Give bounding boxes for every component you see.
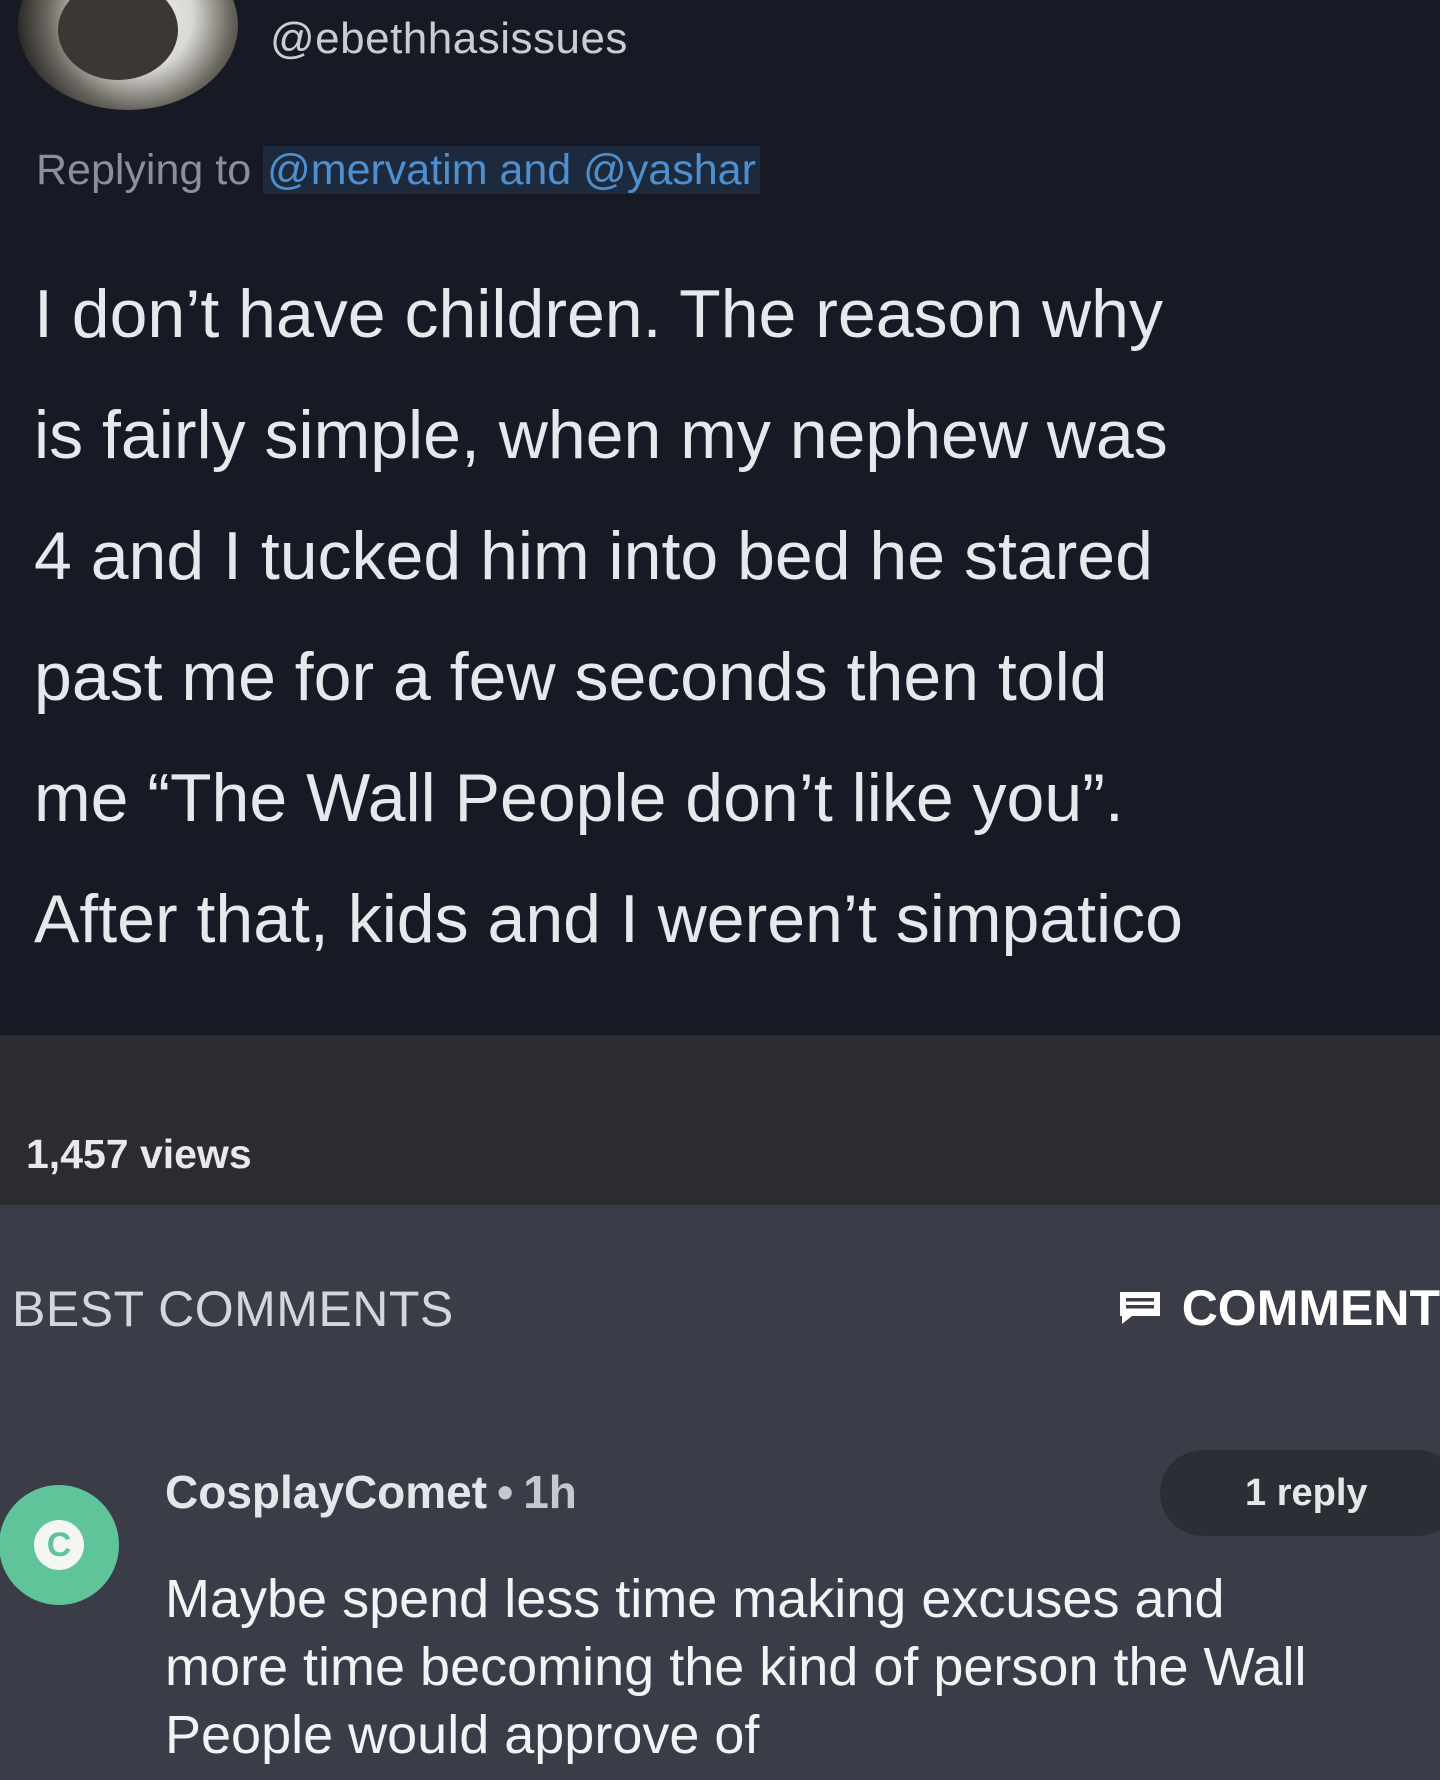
replying-to-line: Replying to @mervatim and @yashar bbox=[36, 146, 760, 195]
comment-text-line: Maybe spend less time making excuses and bbox=[165, 1569, 1225, 1629]
comments-section-title: BEST COMMENTS bbox=[12, 1281, 454, 1337]
meta-separator: • bbox=[497, 1466, 514, 1518]
avatar-letter: C bbox=[34, 1520, 84, 1570]
comment-icon bbox=[1119, 1292, 1160, 1324]
comment-text: Maybe spend less time making excuses and… bbox=[165, 1565, 1440, 1769]
replying-to-mentions: @mervatim and @yashar bbox=[263, 146, 760, 194]
avatar-face bbox=[58, 0, 178, 80]
tweet-body-line: is fairly simple, when my nephew was bbox=[34, 397, 1168, 473]
tweet-author-handle: @ebethhasissues bbox=[270, 14, 628, 63]
comment-item: C CosplayComet • 1h 1 reply Maybe spend le… bbox=[0, 1445, 1440, 1780]
replying-to-prefix: Replying to bbox=[36, 146, 252, 194]
add-comment-button[interactable]: COMMENT bbox=[1118, 1275, 1440, 1341]
comment-text-line: more time becoming the kind of person th… bbox=[165, 1637, 1307, 1697]
avatar[interactable]: C bbox=[0, 1485, 119, 1605]
tweet-body-line: 4 and I tucked him into bed he stared bbox=[34, 518, 1153, 594]
comment-meta: CosplayComet • 1h bbox=[165, 1465, 577, 1519]
comment-username[interactable]: CosplayComet bbox=[165, 1466, 487, 1518]
comment-text-line: People would approve of bbox=[165, 1705, 760, 1765]
comment-timestamp: 1h bbox=[523, 1466, 577, 1518]
post-stats-bar: 1,457 views bbox=[0, 1035, 1440, 1205]
tweet-body-line: past me for a few seconds then told bbox=[34, 639, 1108, 715]
tweet-body-line: I don’t have children. The reason why bbox=[34, 276, 1163, 352]
comments-section: BEST COMMENTS COMMENT C CosplayComet • 1h … bbox=[0, 1205, 1440, 1780]
tweet-author-avatar bbox=[18, 0, 238, 110]
add-comment-label: COMMENT bbox=[1181, 1280, 1440, 1336]
tweet-screenshot: @ebethhasissues Replying to @mervatim an… bbox=[0, 0, 1440, 1035]
tweet-body-line: After that, kids and I weren’t simpatico bbox=[34, 881, 1183, 957]
view-count: 1,457 views bbox=[26, 1131, 252, 1177]
tweet-body: I don’t have children. The reason why is… bbox=[34, 254, 1434, 980]
replies-button[interactable]: 1 reply bbox=[1160, 1450, 1440, 1536]
tweet-body-line: me “The Wall People don’t like you”. bbox=[34, 760, 1124, 836]
